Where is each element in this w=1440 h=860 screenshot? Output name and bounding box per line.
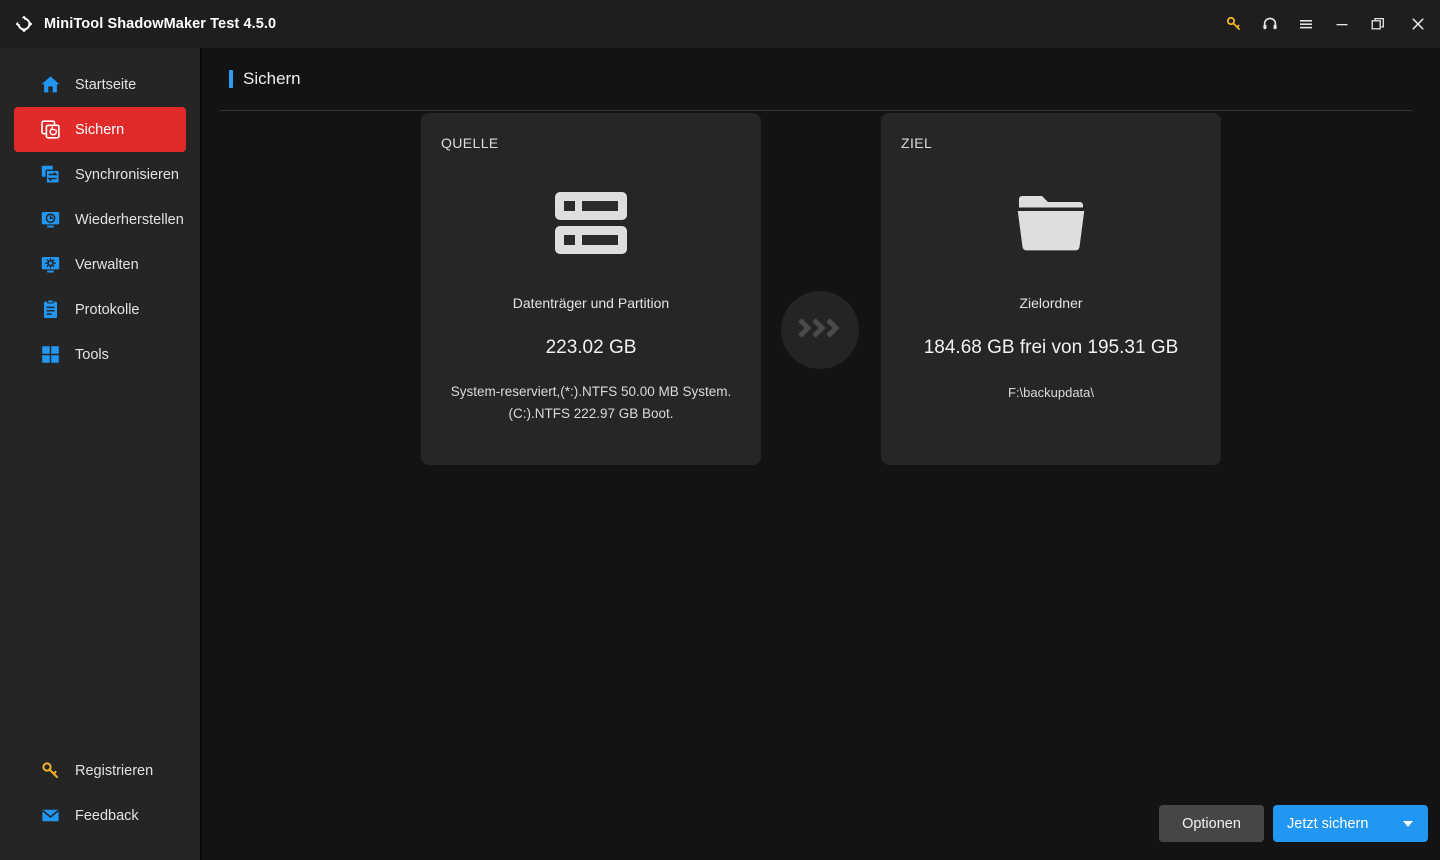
title-bar-left: MiniTool ShadowMaker Test 4.5.0 bbox=[14, 14, 276, 34]
backup-now-label: Jetzt sichern bbox=[1287, 816, 1368, 832]
source-card-subtitle: Datenträger und Partition bbox=[441, 295, 741, 311]
restore-monitor-icon bbox=[39, 209, 61, 231]
target-card-kicker: ZIEL bbox=[901, 135, 1201, 151]
app-window: MiniTool ShadowMaker Test 4.5.0 bbox=[0, 0, 1440, 860]
footer-actions: Optionen Jetzt sichern bbox=[1159, 805, 1428, 842]
headset-icon[interactable] bbox=[1252, 0, 1288, 48]
target-card-subtitle: Zielordner bbox=[901, 295, 1201, 311]
source-card[interactable]: QUELLE Dat bbox=[421, 113, 761, 465]
sidebar-item-label: Verwalten bbox=[75, 257, 139, 273]
body-row: Startseite Sichern bbox=[0, 48, 1440, 860]
sidebar: Startseite Sichern bbox=[0, 48, 202, 860]
sidebar-item-label: Synchronisieren bbox=[75, 167, 179, 183]
sidebar-item-verwalten[interactable]: Verwalten bbox=[14, 242, 186, 287]
source-card-kicker: QUELLE bbox=[441, 135, 741, 151]
sidebar-nav: Startseite Sichern bbox=[0, 62, 200, 377]
home-icon bbox=[39, 74, 61, 96]
mail-icon bbox=[39, 805, 61, 827]
source-card-size: 223.02 GB bbox=[441, 337, 741, 359]
sidebar-item-protokolle[interactable]: Protokolle bbox=[14, 287, 186, 332]
logs-clipboard-icon bbox=[39, 299, 61, 321]
source-card-details: System-reserviert,(*:).NTFS 50.00 MB Sys… bbox=[441, 381, 741, 424]
sidebar-item-label: Startseite bbox=[75, 77, 136, 93]
manage-gear-icon bbox=[39, 254, 61, 276]
page-title-row: Sichern bbox=[202, 48, 1424, 110]
sidebar-item-label: Wiederherstellen bbox=[75, 212, 184, 228]
sidebar-item-feedback[interactable]: Feedback bbox=[0, 793, 200, 838]
title-bar: MiniTool ShadowMaker Test 4.5.0 bbox=[0, 0, 1440, 48]
shadowmaker-logo-icon bbox=[14, 14, 34, 34]
source-card-icon-wrap bbox=[441, 175, 741, 275]
cards-area: QUELLE Dat bbox=[202, 111, 1440, 860]
target-card-size: 184.68 GB frei von 195.31 GB bbox=[901, 337, 1201, 359]
triple-chevron-right-icon bbox=[797, 317, 843, 344]
content-area: Sichern QUELLE bbox=[202, 48, 1440, 860]
backup-icon bbox=[39, 119, 61, 141]
close-icon[interactable] bbox=[1396, 0, 1440, 48]
page-title: Sichern bbox=[243, 69, 301, 89]
sidebar-item-wiederherstellen[interactable]: Wiederherstellen bbox=[14, 197, 186, 242]
sidebar-item-startseite[interactable]: Startseite bbox=[14, 62, 186, 107]
sidebar-item-label: Protokolle bbox=[75, 302, 139, 318]
options-button[interactable]: Optionen bbox=[1159, 805, 1264, 842]
key-icon[interactable] bbox=[1216, 0, 1252, 48]
sidebar-item-label: Feedback bbox=[75, 808, 139, 824]
sidebar-item-tools[interactable]: Tools bbox=[14, 332, 186, 377]
disk-partition-icon bbox=[553, 190, 629, 261]
minimize-icon[interactable] bbox=[1324, 0, 1360, 48]
target-card-icon-wrap bbox=[901, 175, 1201, 275]
sidebar-item-registrieren[interactable]: Registrieren bbox=[0, 748, 200, 793]
sidebar-item-label: Registrieren bbox=[75, 763, 153, 779]
hamburger-icon[interactable] bbox=[1288, 0, 1324, 48]
sidebar-item-synchronisieren[interactable]: Synchronisieren bbox=[14, 152, 186, 197]
sidebar-item-label: Sichern bbox=[75, 122, 124, 138]
window-title: MiniTool ShadowMaker Test 4.5.0 bbox=[44, 16, 276, 32]
sidebar-bottom: Registrieren Feedback bbox=[0, 748, 200, 860]
sidebar-item-label: Tools bbox=[75, 347, 109, 363]
sync-icon bbox=[39, 164, 61, 186]
target-card[interactable]: ZIEL Zielordner 184.68 GB frei von 195.3… bbox=[881, 113, 1221, 465]
connector-circle bbox=[781, 291, 859, 369]
target-card-path: F:\backupdata\ bbox=[901, 385, 1201, 400]
tools-grid-icon bbox=[39, 344, 61, 366]
key-icon bbox=[39, 760, 61, 782]
caret-down-icon[interactable] bbox=[1403, 821, 1413, 827]
title-accent-bar bbox=[229, 70, 233, 88]
folder-icon bbox=[1016, 192, 1086, 259]
sidebar-item-sichern[interactable]: Sichern bbox=[14, 107, 186, 152]
title-bar-controls bbox=[1216, 0, 1440, 48]
restore-icon[interactable] bbox=[1360, 0, 1396, 48]
page-header: Sichern bbox=[202, 48, 1440, 111]
backup-now-button[interactable]: Jetzt sichern bbox=[1273, 805, 1428, 842]
